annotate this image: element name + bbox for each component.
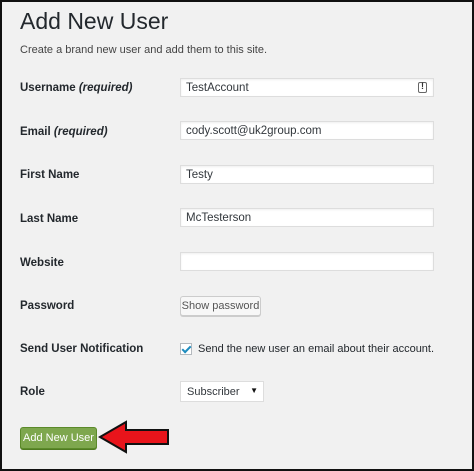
email-label-text: Email bbox=[20, 126, 51, 138]
notification-checkbox-label[interactable]: Send the new user an email about their a… bbox=[198, 343, 434, 355]
notification-label: Send User Notification bbox=[20, 343, 144, 355]
role-select[interactable]: Subscriber ▼ bbox=[180, 381, 264, 402]
email-value: cody.scott@uk2group.com bbox=[186, 125, 322, 137]
page-subtitle: Create a brand new user and add them to … bbox=[20, 44, 268, 56]
password-manager-icon[interactable] bbox=[418, 81, 427, 93]
last-name-field[interactable]: McTesterson bbox=[180, 208, 434, 227]
username-field[interactable]: TestAccount bbox=[180, 78, 434, 97]
last-name-label: Last Name bbox=[20, 213, 79, 225]
last-name-value: McTesterson bbox=[186, 212, 252, 224]
add-new-user-button[interactable]: Add New User bbox=[20, 427, 97, 449]
email-required: (required) bbox=[53, 126, 108, 138]
email-field[interactable]: cody.scott@uk2group.com bbox=[180, 121, 434, 140]
caret-down-icon: ▼ bbox=[250, 386, 258, 395]
username-label: Username (required) bbox=[20, 82, 133, 94]
page-title: Add New User bbox=[20, 8, 169, 34]
role-label: Role bbox=[20, 386, 45, 398]
username-value: TestAccount bbox=[186, 82, 249, 94]
password-label: Password bbox=[20, 300, 75, 312]
show-password-button[interactable]: Show password bbox=[180, 296, 261, 316]
username-required: (required) bbox=[78, 82, 133, 94]
role-selected-value: Subscriber bbox=[187, 386, 240, 398]
website-field[interactable] bbox=[180, 252, 434, 271]
first-name-value: Testy bbox=[186, 169, 213, 181]
add-user-panel: Add New User Create a brand new user and… bbox=[0, 0, 474, 471]
notification-checkbox[interactable] bbox=[180, 343, 192, 355]
username-label-text: Username bbox=[20, 82, 76, 94]
email-label: Email (required) bbox=[20, 126, 108, 138]
website-label: Website bbox=[20, 257, 64, 269]
red-arrow-icon bbox=[98, 420, 169, 454]
first-name-label: First Name bbox=[20, 169, 80, 181]
first-name-field[interactable]: Testy bbox=[180, 165, 434, 184]
